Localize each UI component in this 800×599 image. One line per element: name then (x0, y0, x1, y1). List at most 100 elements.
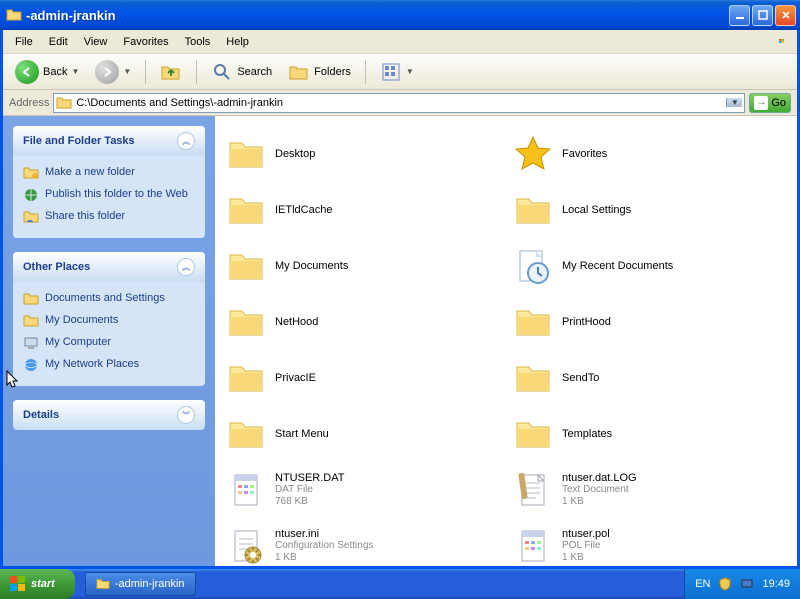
folder-icon (512, 413, 554, 455)
file-item[interactable]: Templates (510, 408, 789, 460)
file-name: PrintHood (562, 316, 611, 328)
folder-icon (225, 133, 267, 175)
folders-icon (288, 61, 310, 83)
my-computer-link[interactable]: My Computer (23, 332, 195, 354)
folder-icon (6, 7, 22, 23)
maximize-button[interactable] (752, 5, 773, 26)
start-button[interactable]: start (0, 569, 75, 599)
file-name: Desktop (275, 148, 315, 160)
panel-header[interactable]: File and Folder Tasks ︽ (13, 126, 205, 156)
network-icon (23, 357, 39, 373)
file-item[interactable]: PrivacIE (223, 352, 502, 404)
chevron-down-icon: ▼ (406, 67, 414, 76)
file-name: PrivacIE (275, 372, 316, 384)
file-name: ntuser.ini (275, 528, 373, 540)
file-item[interactable]: ntuser.polPOL File1 KB (510, 520, 789, 566)
menu-tools[interactable]: Tools (177, 34, 219, 50)
folder-icon (225, 357, 267, 399)
panel-header[interactable]: Details ︾ (13, 400, 205, 430)
minimize-button[interactable] (729, 5, 750, 26)
file-item[interactable]: My Documents (223, 240, 502, 292)
file-item[interactable]: Favorites (510, 128, 789, 180)
folder-icon (23, 313, 39, 329)
panel-header[interactable]: Other Places ︽ (13, 252, 205, 282)
window-title: -admin-jrankin (26, 8, 729, 23)
file-item[interactable]: My Recent Documents (510, 240, 789, 292)
documents-settings-link[interactable]: Documents and Settings (23, 288, 195, 310)
folder-icon (225, 301, 267, 343)
back-button[interactable]: Back ▼ (9, 58, 85, 86)
folder-icon (512, 301, 554, 343)
file-name: Local Settings (562, 204, 631, 216)
menu-help[interactable]: Help (218, 34, 257, 50)
file-item[interactable]: NTUSER.DATDAT File768 KB (223, 464, 502, 516)
file-item[interactable]: ntuser.dat.LOGText Document1 KB (510, 464, 789, 516)
file-item[interactable]: Desktop (223, 128, 502, 180)
address-path: C:\Documents and Settings\-admin-jrankin (76, 97, 726, 109)
folders-button[interactable]: Folders (282, 59, 357, 85)
file-name: ntuser.pol (562, 528, 610, 540)
windows-logo-icon (10, 576, 26, 592)
folder-up-icon (160, 61, 182, 83)
share-folder-link[interactable]: Share this folder (23, 206, 195, 228)
address-dropdown[interactable]: ▼ (726, 98, 742, 107)
make-new-folder-link[interactable]: Make a new folder (23, 162, 195, 184)
my-computer-icon (23, 335, 39, 351)
file-item[interactable]: IETldCache (223, 184, 502, 236)
title-bar: -admin-jrankin (0, 0, 800, 30)
chevron-down-icon: ︾ (177, 406, 195, 424)
address-field[interactable]: C:\Documents and Settings\-admin-jrankin… (53, 93, 745, 113)
new-folder-icon (23, 165, 39, 181)
back-icon (15, 60, 39, 84)
folder-icon (225, 413, 267, 455)
file-item[interactable]: SendTo (510, 352, 789, 404)
file-item[interactable]: NetHood (223, 296, 502, 348)
file-name: NetHood (275, 316, 318, 328)
dat-icon (225, 469, 267, 511)
search-icon (211, 61, 233, 83)
file-name: My Documents (275, 260, 348, 272)
close-button[interactable] (775, 5, 796, 26)
ini-icon (225, 525, 267, 566)
menu-view[interactable]: View (76, 34, 116, 50)
file-item[interactable]: Start Menu (223, 408, 502, 460)
up-button[interactable] (154, 59, 188, 85)
address-label: Address (9, 97, 49, 109)
side-panel: File and Folder Tasks ︽ Make a new folde… (3, 116, 215, 566)
my-documents-link[interactable]: My Documents (23, 310, 195, 332)
file-item[interactable]: ntuser.iniConfiguration Settings1 KB (223, 520, 502, 566)
publish-folder-link[interactable]: Publish this folder to the Web (23, 184, 195, 206)
go-button[interactable]: → Go (749, 93, 791, 113)
menu-file[interactable]: File (7, 34, 41, 50)
menu-favorites[interactable]: Favorites (115, 34, 176, 50)
folder-icon (96, 577, 110, 591)
tray-icon[interactable] (740, 577, 754, 591)
views-button[interactable]: ▼ (374, 59, 420, 85)
chevron-down-icon: ▼ (71, 67, 79, 76)
chevron-up-icon: ︽ (177, 258, 195, 276)
forward-icon (95, 60, 119, 84)
address-bar: Address C:\Documents and Settings\-admin… (3, 90, 797, 116)
windows-flag-icon (771, 33, 793, 51)
share-folder-icon (23, 209, 39, 225)
my-network-places-link[interactable]: My Network Places (23, 354, 195, 376)
system-tray: EN 19:49 (684, 569, 800, 599)
globe-icon (23, 187, 39, 203)
search-button[interactable]: Search (205, 59, 278, 85)
taskbar-item[interactable]: -admin-jrankin (85, 572, 196, 596)
menu-edit[interactable]: Edit (41, 34, 76, 50)
toolbar: Back ▼ ▼ Search Folders ▼ (3, 54, 797, 90)
folder-icon (225, 189, 267, 231)
details-panel: Details ︾ (13, 400, 205, 430)
chevron-down-icon: ▼ (123, 67, 131, 76)
file-name: Start Menu (275, 428, 329, 440)
file-item[interactable]: Local Settings (510, 184, 789, 236)
recent-icon (512, 245, 554, 287)
star-icon (512, 133, 554, 175)
file-item[interactable]: PrintHood (510, 296, 789, 348)
language-indicator[interactable]: EN (695, 578, 710, 590)
shield-icon[interactable] (718, 577, 732, 591)
forward-button[interactable]: ▼ (89, 58, 137, 86)
file-list[interactable]: Desktop FavoritesIETldCache Local Settings… (215, 116, 797, 566)
clock[interactable]: 19:49 (762, 578, 790, 590)
